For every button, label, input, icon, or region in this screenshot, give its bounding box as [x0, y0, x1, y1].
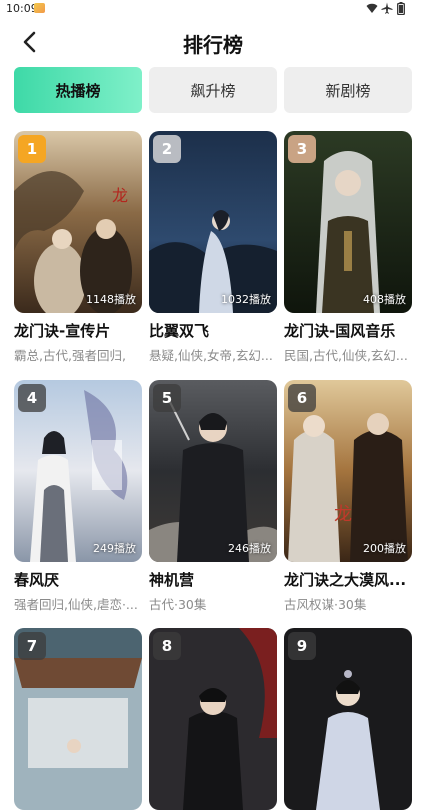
drama-tags: 民国,古代,仙侠,玄幻...: [284, 348, 408, 363]
drama-title: 龙门诀-国风音乐: [284, 322, 396, 340]
play-count: 1032播放: [221, 293, 271, 306]
drama-card-4[interactable]: 4 249播放 春风厌 强者回归,仙侠,虐恋·...: [14, 380, 142, 614]
drama-tags: 古风权谋·30集: [284, 597, 367, 612]
play-count: 249播放: [93, 542, 136, 555]
play-count: 246播放: [228, 542, 271, 555]
rank-badge: 1: [18, 135, 46, 163]
page-title: 排行榜: [183, 33, 243, 57]
drama-tags: 悬疑,仙侠,女帝,玄幻...: [149, 348, 273, 363]
poster[interactable]: 2 1032播放: [149, 131, 277, 313]
svg-text:龙: 龙: [334, 504, 352, 525]
ranking-tabs: 热播榜 飙升榜 新剧榜: [14, 67, 412, 113]
rank-badge: 5: [153, 384, 181, 412]
battery-icon: [397, 2, 405, 15]
poster[interactable]: 7: [14, 628, 142, 810]
rank-badge: 8: [153, 632, 181, 660]
drama-title: 龙门诀之大漠风...: [284, 571, 407, 589]
drama-card-8[interactable]: 8: [149, 628, 277, 810]
drama-tags: 古代·30集: [149, 597, 207, 612]
rank-badge: 2: [153, 135, 181, 163]
wifi-icon: [366, 3, 378, 13]
drama-tags: 霸总,古代,强者回归,: [14, 348, 126, 363]
drama-card-3[interactable]: 3 408播放 龙门诀-国风音乐 民国,古代,仙侠,玄幻...: [284, 131, 412, 365]
poster[interactable]: 4 249播放: [14, 380, 142, 562]
airplane-icon: [381, 2, 393, 14]
status-time: 10:09: [6, 2, 38, 15]
svg-text:龙: 龙: [112, 186, 128, 205]
rank-badge: 3: [288, 135, 316, 163]
poster[interactable]: 9: [284, 628, 412, 810]
drama-tags: 强者回归,仙侠,虐恋·...: [14, 597, 138, 612]
rank-badge: 9: [288, 632, 316, 660]
play-count: 200播放: [363, 542, 406, 555]
header: 排行榜: [0, 22, 426, 62]
poster[interactable]: 5 246播放: [149, 380, 277, 562]
drama-title: 春风厌: [14, 571, 60, 589]
drama-card-9[interactable]: 9: [284, 628, 412, 810]
poster[interactable]: 3 408播放: [284, 131, 412, 313]
poster[interactable]: 龙 1 1148播放: [14, 131, 142, 313]
poster[interactable]: 8: [149, 628, 277, 810]
drama-card-5[interactable]: 5 246播放 神机营 古代·30集: [149, 380, 277, 614]
status-bar: 10:09: [0, 0, 426, 18]
drama-card-6[interactable]: 龙 6 200播放 龙门诀之大漠风... 古风权谋·30集: [284, 380, 412, 614]
drama-card-1[interactable]: 龙 1 1148播放 龙门诀-宣传片 霸总,古代,强者回归,: [14, 131, 142, 365]
app-notification-icon: [34, 3, 45, 13]
tab-rising[interactable]: 飙升榜: [149, 67, 277, 113]
rank-badge: 7: [18, 632, 46, 660]
tab-hot[interactable]: 热播榜: [14, 67, 142, 113]
poster[interactable]: 龙 6 200播放: [284, 380, 412, 562]
rank-badge: 6: [288, 384, 316, 412]
drama-title: 龙门诀-宣传片: [14, 322, 111, 340]
drama-title: 神机营: [149, 571, 195, 589]
rank-badge: 4: [18, 384, 46, 412]
drama-title: 比翼双飞: [149, 322, 210, 340]
play-count: 1148播放: [86, 293, 136, 306]
drama-card-2[interactable]: 2 1032播放 比翼双飞 悬疑,仙侠,女帝,玄幻...: [149, 131, 277, 365]
play-count: 408播放: [363, 293, 406, 306]
status-icons: [366, 2, 410, 16]
tab-new[interactable]: 新剧榜: [284, 67, 412, 113]
drama-card-7[interactable]: 7: [14, 628, 142, 810]
